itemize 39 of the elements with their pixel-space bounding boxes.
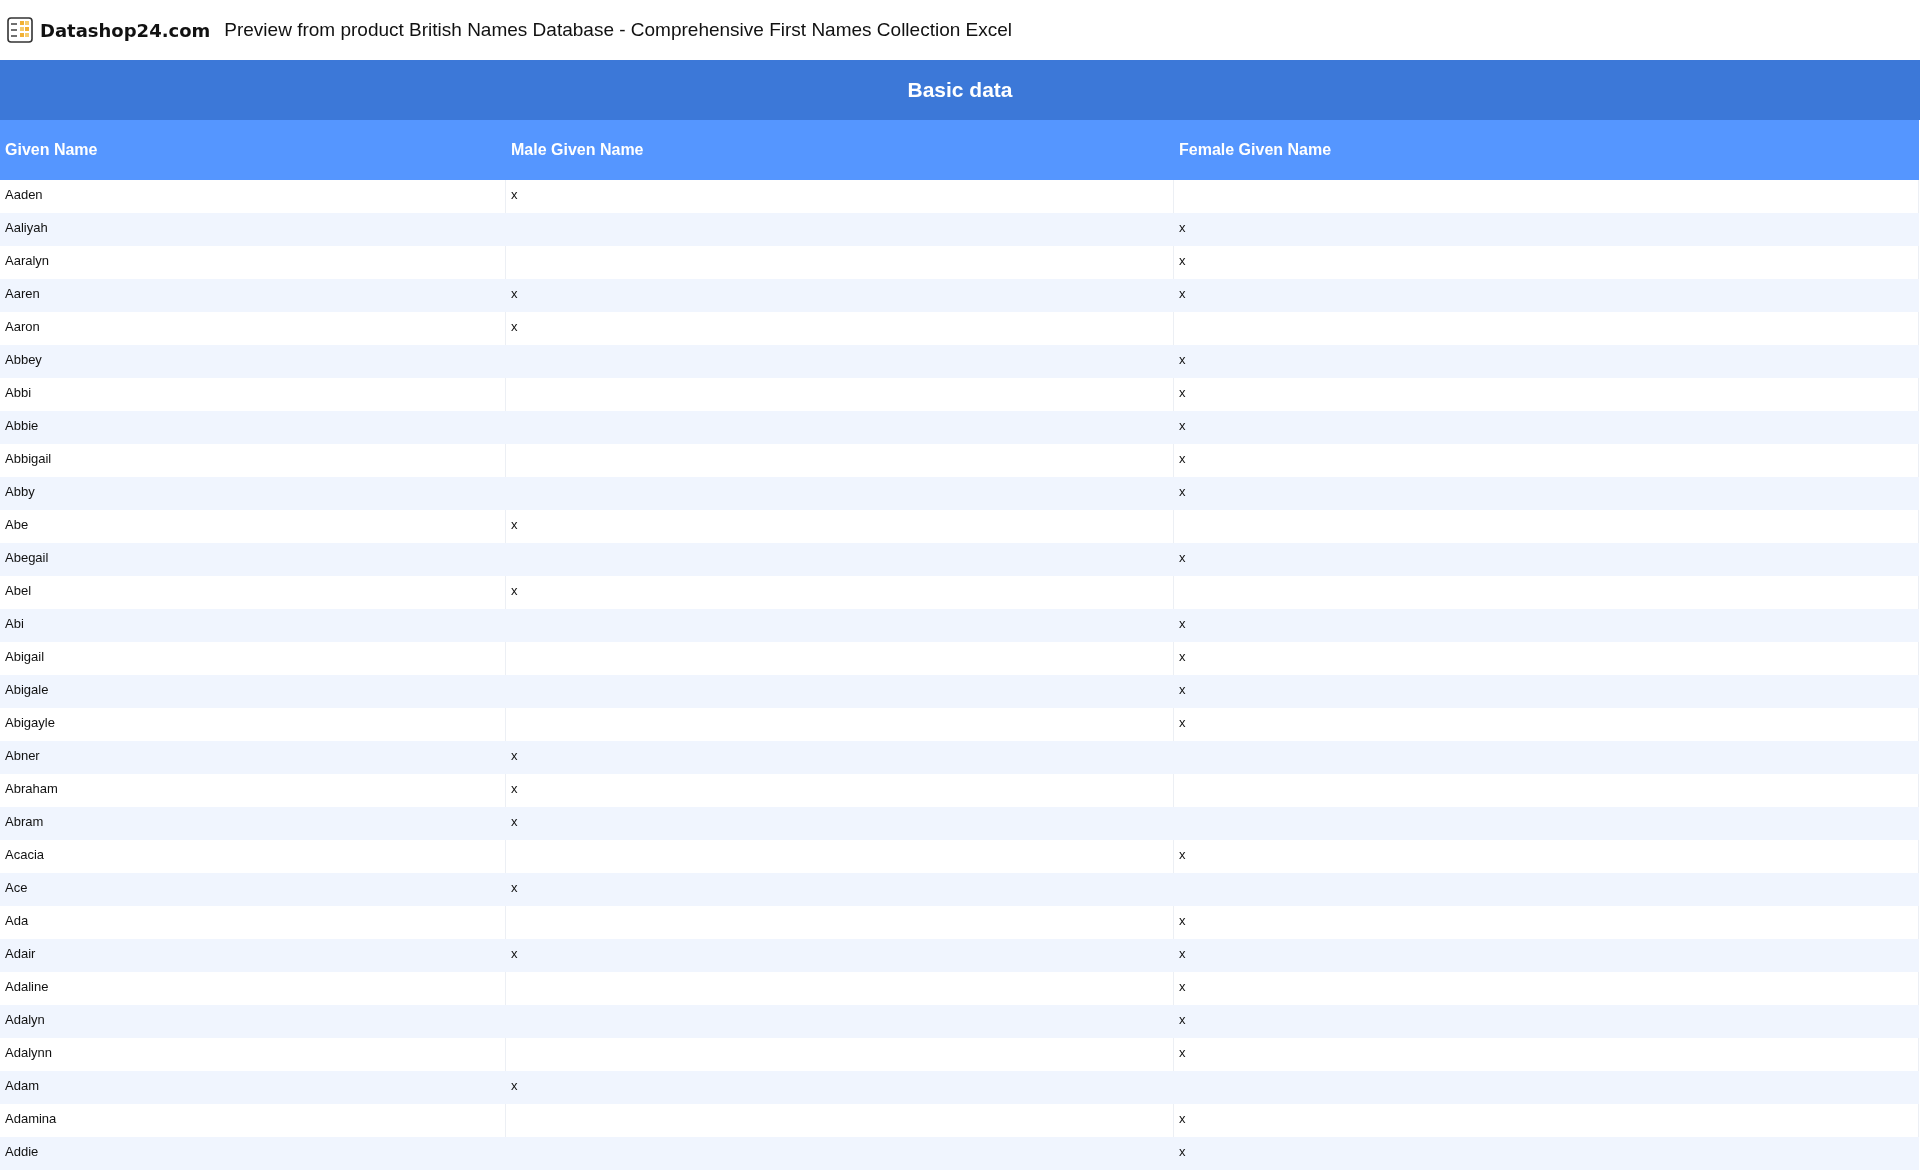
database-server-icon (6, 15, 36, 45)
column-header: Male Given Name (510, 140, 645, 160)
table-cell-text: Adalyn (4, 1011, 46, 1029)
table-cell-text: Ace (4, 879, 29, 897)
table-cell-text: x (1178, 549, 1187, 567)
table-cell-text: Abigale (4, 681, 50, 699)
logo-text[interactable]: Datashop24.com (40, 19, 211, 41)
table-cell-text: Aaren (4, 285, 41, 303)
table-cell-text: Addie (4, 1143, 40, 1161)
column-header: Given Name (4, 140, 99, 160)
table-cell-text: x (1178, 1011, 1187, 1029)
column-header: Female Given Name (1178, 140, 1333, 160)
table-cell-text: x (1178, 219, 1187, 237)
table-cell-text: x (510, 747, 519, 765)
table-cell-text: x (1178, 351, 1187, 369)
table-cell-text: x (1178, 945, 1187, 963)
table-cell-text: x (510, 879, 519, 897)
table-cell-text: Adam (4, 1077, 40, 1095)
page-title: Preview from product British Names Database - Comprehensive First Names Collection Excel (224, 19, 1013, 41)
table-cell-text: Abner (4, 747, 41, 765)
table-cell-text: Adair (4, 945, 37, 963)
table-cell-text: Abram (4, 813, 45, 831)
table-cell-text: x (510, 945, 519, 963)
table-cell-text: x (1178, 483, 1187, 501)
group-header: Basic data (0, 60, 1920, 120)
table-cell-text: Abbey (4, 351, 43, 369)
table-cell-text: x (1178, 417, 1187, 435)
table-cell-text: x (1178, 285, 1187, 303)
table-cell-text: x (510, 1077, 519, 1095)
table-cell-text: x (510, 813, 519, 831)
table-cell-text: Abby (4, 483, 36, 501)
table-cell-text: Abegail (4, 549, 50, 567)
table-cell-text: x (1178, 681, 1187, 699)
table-cell-text: x (510, 285, 519, 303)
table-cell-text: Abbie (4, 417, 40, 435)
table-cell-text: x (1178, 1143, 1187, 1161)
table-cell-text: x (1178, 615, 1187, 633)
table-cell-text: Aaliyah (4, 219, 49, 237)
table-cell-text: Abi (4, 615, 25, 633)
